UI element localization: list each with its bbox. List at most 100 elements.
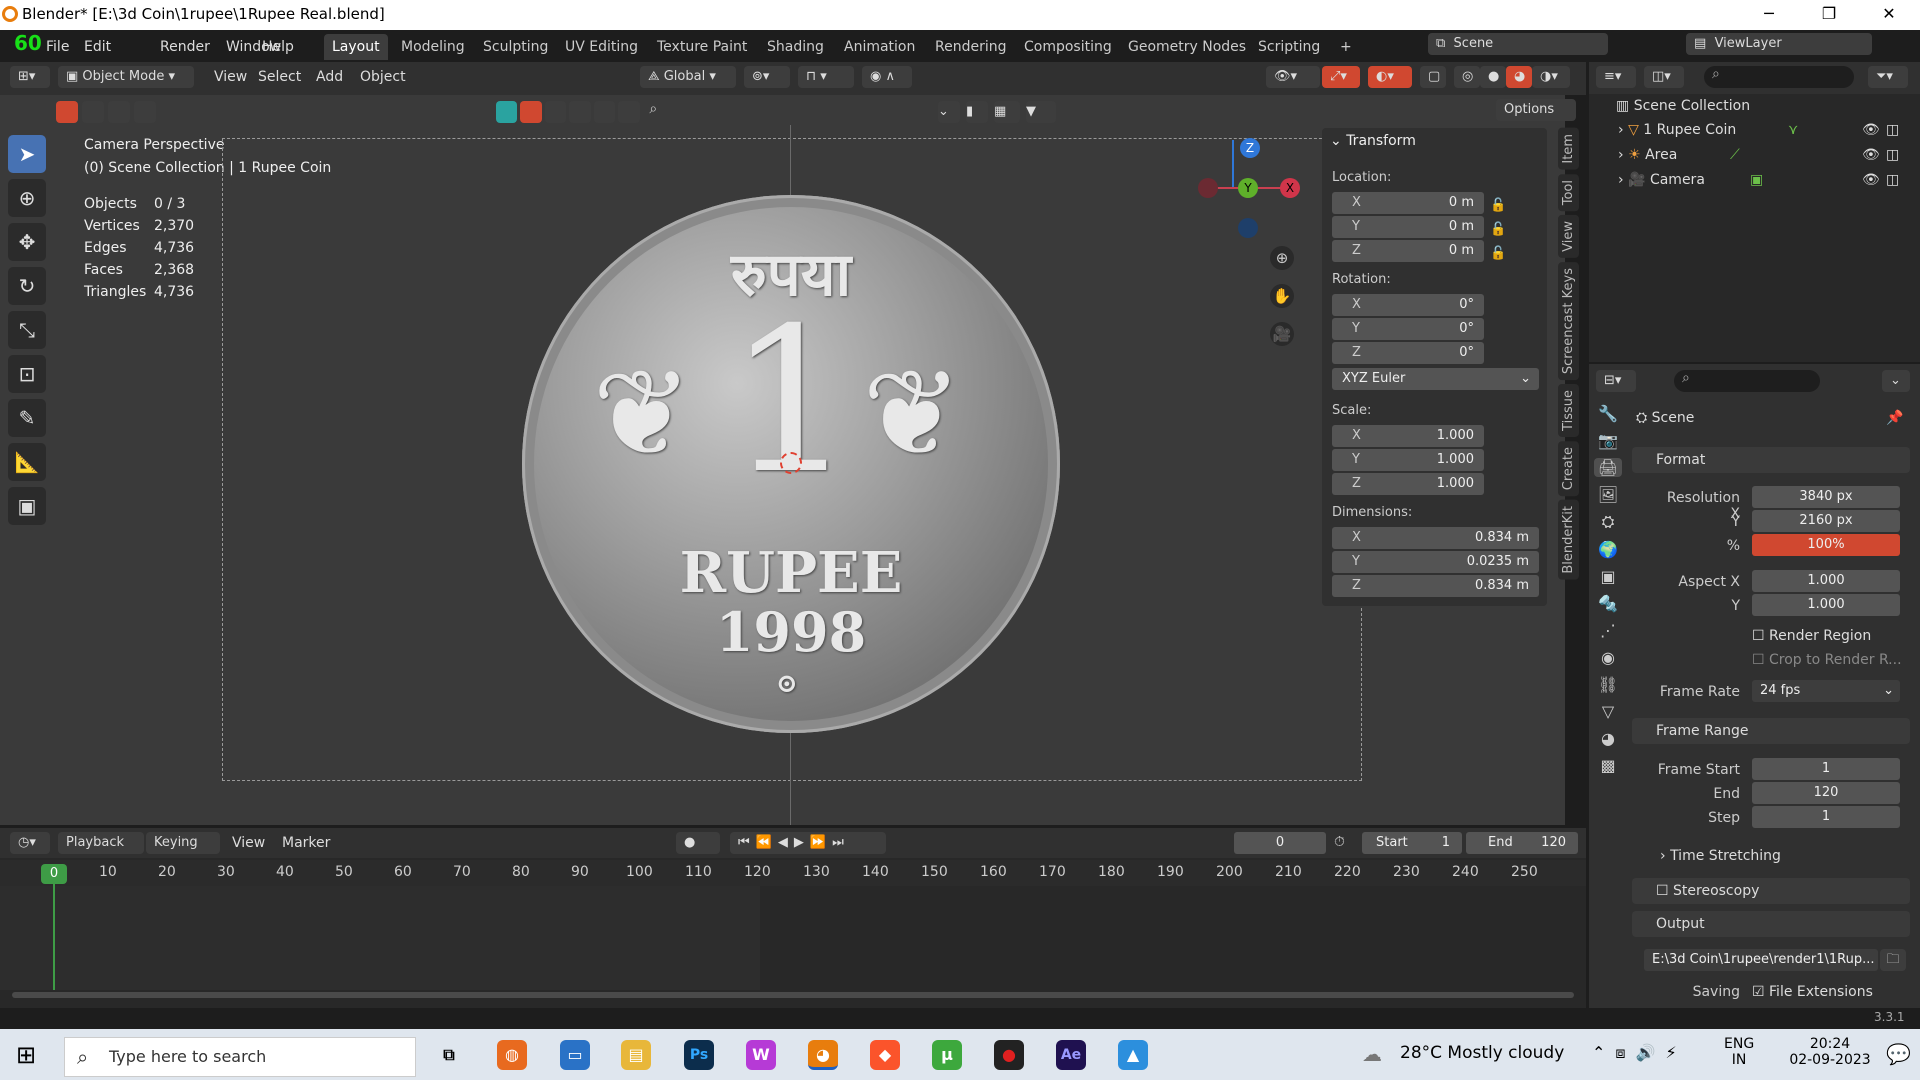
aspect-y-field[interactable]: 1.000 xyxy=(1752,594,1900,616)
close-button[interactable]: ✕ xyxy=(1866,0,1912,30)
display-mode-icon[interactable]: ◫▾ xyxy=(1644,66,1684,88)
scale-y-field[interactable]: Y 1.000 xyxy=(1332,449,1484,471)
frame-step-field[interactable]: 1 xyxy=(1752,806,1900,828)
frame-start-field[interactable]: 1 xyxy=(1752,758,1900,780)
solid-shading-icon[interactable]: ● xyxy=(1480,66,1506,88)
outliner-item[interactable]: › ▽ 1 Rupee Coin ⋎ 👁 ◫ xyxy=(1618,122,1914,144)
shader-icon[interactable] xyxy=(569,101,591,123)
scene-collection-row[interactable]: ▥ Scene Collection xyxy=(1616,98,1750,114)
taskbar-search-input[interactable]: ⌕ Type here to search xyxy=(64,1037,416,1077)
tab-texture-paint[interactable]: Texture Paint xyxy=(649,34,755,60)
folder-icon[interactable]: 🗀 xyxy=(1880,949,1906,971)
playback-controls[interactable]: ⏮⏪◀▶⏩⏭ xyxy=(730,832,886,854)
layout-icon[interactable]: ▦ xyxy=(994,101,1020,123)
location-z-field[interactable]: Z 0 m xyxy=(1332,240,1484,262)
photoshop-icon[interactable]: Ps xyxy=(684,1040,714,1070)
texture-tab-icon[interactable]: ▩ xyxy=(1594,756,1622,775)
gizmo-x-icon[interactable]: X xyxy=(1280,178,1300,198)
view-layer-tab-icon[interactable]: 🖼 xyxy=(1594,485,1622,504)
tab-screencast-keys[interactable]: Screencast Keys xyxy=(1558,261,1579,380)
tab-uv-editing[interactable]: UV Editing xyxy=(557,34,646,60)
wondershare-icon[interactable]: W xyxy=(746,1040,776,1070)
tab-tool[interactable]: Tool xyxy=(1558,173,1579,211)
frame-rate-dropdown[interactable]: 24 fps ⌄ xyxy=(1752,680,1900,702)
tab-create[interactable]: Create xyxy=(1558,440,1579,497)
tab-tissue[interactable]: Tissue xyxy=(1558,383,1579,437)
tab-sculpting[interactable]: Sculpting xyxy=(475,34,556,60)
weather-text[interactable]: 28°C Mostly cloudy xyxy=(1400,1043,1564,1063)
system-tray-icons[interactable]: ⌃⧈🔊⚡ xyxy=(1592,1043,1687,1063)
tab-geometry-nodes[interactable]: Geometry Nodes xyxy=(1120,34,1254,60)
world-icon[interactable] xyxy=(593,101,616,123)
viewport-menu-select[interactable]: Select xyxy=(252,66,307,88)
task-view-icon[interactable]: ⧉ xyxy=(434,1040,464,1070)
gizmo-z-icon[interactable]: Z xyxy=(1240,138,1260,158)
outliner-filter-icon[interactable]: ⏷▾ xyxy=(1868,66,1908,88)
tab-scripting[interactable]: Scripting xyxy=(1250,34,1328,60)
stop-icon[interactable] xyxy=(520,101,542,123)
transform-tool[interactable]: ⊡ xyxy=(8,355,46,393)
aspect-x-field[interactable]: 1.000 xyxy=(1752,570,1900,592)
file-extensions-checkbox[interactable]: ☑ File Extensions xyxy=(1752,984,1873,1000)
crop-checkbox[interactable]: ☐ Crop to Render R... xyxy=(1752,652,1902,668)
outliner-search-input[interactable]: ⌕ xyxy=(1704,66,1854,88)
firefox-icon[interactable]: ◍ xyxy=(497,1040,527,1070)
scale-x-field[interactable]: X 1.000 xyxy=(1332,425,1484,447)
start-frame-field[interactable]: Start 1 xyxy=(1362,832,1462,854)
modifier-tab-icon[interactable]: 🔩 xyxy=(1594,594,1622,613)
clock[interactable]: 20:24 02-09-2023 xyxy=(1784,1036,1876,1068)
viewport-menu-object[interactable]: Object xyxy=(354,66,412,88)
output-tab-icon[interactable]: 🖨 xyxy=(1594,458,1622,477)
cube-icon[interactable] xyxy=(496,101,518,123)
visibility-icon[interactable]: 👁▾ xyxy=(1266,66,1320,88)
menu-file[interactable]: File xyxy=(40,36,75,58)
search-icon[interactable]: ⌕ xyxy=(643,101,664,123)
photos-icon[interactable]: ▲ xyxy=(1118,1040,1148,1070)
select-intersect-icon[interactable] xyxy=(134,101,156,123)
outliner-item[interactable]: › 🎥 Camera ▣ 👁 ◫ xyxy=(1618,172,1914,194)
gizmo-toggle-icon[interactable]: ⤢▾ xyxy=(1322,66,1360,88)
resolution-x-field[interactable]: 3840 px xyxy=(1752,486,1900,508)
outliner-item[interactable]: › ☀ Area ⟋ 👁 ◫ xyxy=(1618,147,1914,169)
scene-tab-icon[interactable]: ⛭ xyxy=(1594,512,1622,532)
playback-menu[interactable]: Playback ⌄ xyxy=(58,832,144,872)
frame-end-field[interactable]: 120 xyxy=(1752,782,1900,804)
resolution-y-field[interactable]: 2160 px xyxy=(1752,510,1900,532)
rotation-mode-dropdown[interactable]: XYZ Euler ⌄ xyxy=(1332,368,1539,390)
brave-icon[interactable]: ◆ xyxy=(870,1040,900,1070)
properties-options-icon[interactable]: ⌄ xyxy=(1882,370,1910,392)
dimensions-x-field[interactable]: X 0.834 m xyxy=(1332,527,1539,549)
rotation-y-field[interactable]: Y 0° xyxy=(1332,318,1484,340)
properties-editor-type-icon[interactable]: ⊟▾ xyxy=(1596,370,1636,392)
properties-search-input[interactable]: ⌕ xyxy=(1674,370,1820,392)
output-path-field[interactable]: E:\3d Coin\1rupee\render1\1Rup... xyxy=(1644,949,1878,971)
file-explorer-icon[interactable]: ▤ xyxy=(621,1040,651,1070)
tab-layout[interactable]: Layout xyxy=(324,34,388,60)
tab-view[interactable]: View xyxy=(1558,214,1579,258)
viewport-menu-view[interactable]: View xyxy=(208,66,253,88)
time-stretching-subpanel[interactable]: › Time Stretching xyxy=(1660,848,1781,864)
transform-panel-header[interactable]: ⌄ Transform xyxy=(1330,133,1416,149)
material-shading-icon[interactable]: ◕ xyxy=(1506,66,1532,88)
after-effects-icon[interactable]: Ae xyxy=(1056,1040,1086,1070)
dimensions-z-field[interactable]: Z 0.834 m xyxy=(1332,575,1539,597)
object-tab-icon[interactable]: ▣ xyxy=(1594,567,1622,586)
particles-tab-icon[interactable]: ⋰ xyxy=(1594,621,1622,640)
rotation-z-field[interactable]: Z 0° xyxy=(1332,342,1484,364)
record-icon[interactable]: ● xyxy=(676,832,720,854)
add-workspace-button[interactable]: + xyxy=(1334,34,1358,60)
select-subtract-icon[interactable] xyxy=(108,101,130,123)
end-frame-field[interactable]: End 120 xyxy=(1466,832,1578,854)
timeline-scrollbar[interactable] xyxy=(12,992,1574,998)
outliner-editor-type-icon[interactable]: ≡▾ xyxy=(1596,66,1636,88)
frame-range-section-header[interactable]: Frame Range xyxy=(1632,718,1910,744)
data-tab-icon[interactable]: ▽ xyxy=(1594,702,1622,721)
recorder-icon[interactable]: ● xyxy=(994,1040,1024,1070)
zoom-icon[interactable]: ⊕ xyxy=(1270,246,1294,270)
xray-icon[interactable]: ▢ xyxy=(1420,66,1446,88)
world-tab-icon[interactable]: 🌍 xyxy=(1594,540,1622,559)
location-y-field[interactable]: Y 0 m xyxy=(1332,216,1484,238)
tab-shading[interactable]: Shading xyxy=(759,34,832,60)
resolution-percent-field[interactable]: 100% xyxy=(1752,534,1900,556)
bookmark-icon[interactable]: ▮ xyxy=(966,101,988,123)
